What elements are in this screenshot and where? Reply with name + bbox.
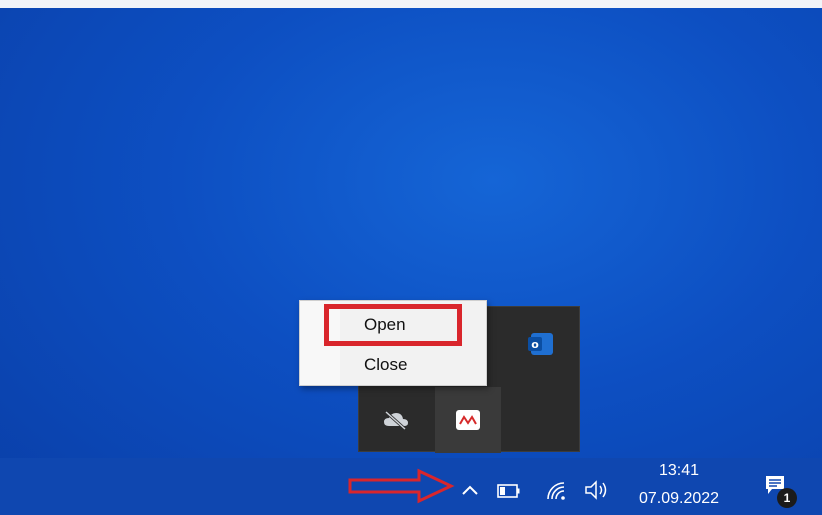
window-edge-strip: [0, 0, 822, 8]
tray-item-outlook[interactable]: o: [509, 311, 575, 377]
annotation-arrow: [348, 468, 455, 504]
volume-icon[interactable]: [584, 479, 612, 501]
tray-item-monitoring-app[interactable]: [435, 387, 501, 453]
taskbar-clock[interactable]: 13:41 07.09.2022: [624, 462, 734, 508]
clock-time: 13:41: [658, 462, 700, 479]
network-icon[interactable]: [545, 480, 569, 500]
show-hidden-icons-chevron[interactable]: [461, 484, 479, 496]
action-center-button[interactable]: 1: [764, 474, 797, 508]
annotation-highlight-box: [324, 304, 462, 346]
tray-item-onedrive[interactable]: [363, 387, 429, 453]
clock-date: 07.09.2022: [638, 490, 720, 507]
outlook-icon: o: [528, 333, 553, 355]
notification-badge: 1: [777, 488, 797, 508]
onedrive-offline-icon: [384, 410, 408, 430]
battery-icon[interactable]: [497, 484, 521, 498]
menu-item-close[interactable]: Close: [300, 347, 486, 383]
monitoring-app-icon: [456, 410, 480, 430]
